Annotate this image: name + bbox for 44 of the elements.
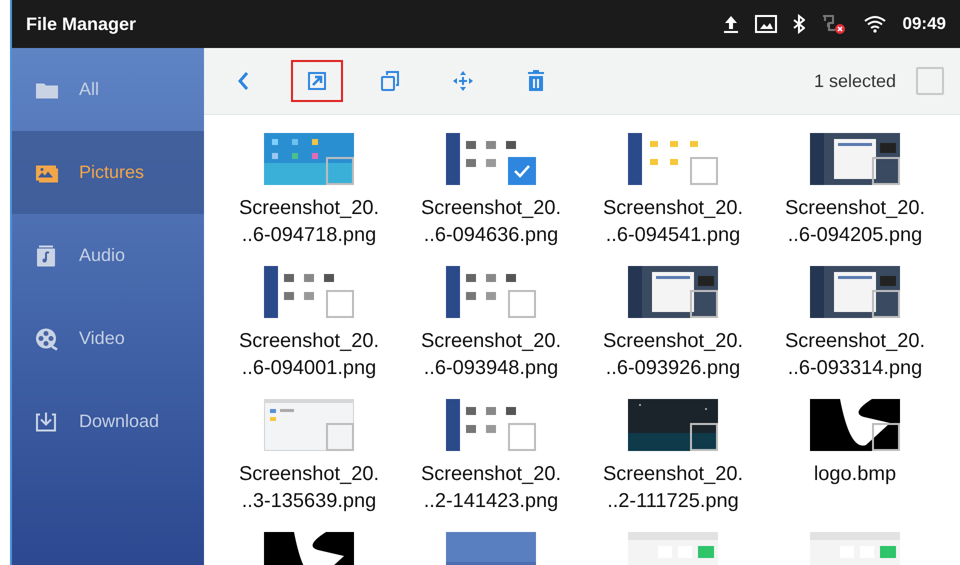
file-name: logo.bmp (814, 462, 896, 487)
clock: 09:49 (902, 13, 946, 36)
selection-count: 1 selected (814, 70, 896, 92)
file-name: Screenshot_20. ..6-094205.png (784, 196, 926, 248)
image-icon (754, 14, 777, 34)
file-checkbox[interactable] (508, 157, 536, 185)
file-checkbox[interactable] (326, 157, 354, 185)
export-icon (305, 69, 329, 93)
sidebar-item[interactable]: Video (12, 297, 204, 380)
upload-icon (722, 14, 739, 34)
file-checkbox[interactable] (690, 157, 718, 185)
file-checkbox[interactable] (690, 423, 718, 451)
file-checkbox[interactable] (872, 290, 900, 318)
move-icon (451, 69, 475, 93)
file-name: Screenshot_20. ..2-111725.png (602, 462, 744, 514)
file-checkbox[interactable] (326, 423, 354, 451)
file-name: Screenshot_20. ..6-093314.png (784, 329, 926, 381)
file-checkbox[interactable] (508, 423, 536, 451)
file-checkbox[interactable] (872, 423, 900, 451)
copy-icon (378, 69, 402, 93)
sidebar-item[interactable]: Download (12, 380, 204, 463)
file-name: Screenshot_20. ..3-135639.png (238, 462, 380, 514)
sidebar-item[interactable]: Pictures (12, 131, 204, 214)
file-checkbox[interactable] (872, 157, 900, 185)
file-checkbox[interactable] (326, 290, 354, 318)
file-name: Screenshot_20. ..2-141423.png (420, 462, 562, 514)
wifi-icon (862, 15, 887, 33)
video-icon (34, 326, 60, 352)
checkmark-icon (513, 164, 531, 178)
sidebar-item[interactable]: All (12, 48, 204, 131)
network-error-icon (820, 13, 847, 35)
window-title: File Manager (26, 12, 136, 36)
file-checkbox[interactable] (690, 290, 718, 318)
select-all-checkbox[interactable] (916, 67, 944, 95)
file-name: Screenshot_20. ..6-094541.png (602, 196, 744, 248)
file-name: Screenshot_20. ..6-094718.png (238, 196, 380, 248)
file-checkbox[interactable] (508, 290, 536, 318)
export-button[interactable] (291, 60, 343, 102)
file-name: Screenshot_20. ..6-094636.png (420, 196, 562, 248)
file-name: Screenshot_20. ..6-093948.png (420, 329, 562, 381)
file-name: Screenshot_20. ..6-093926.png (602, 329, 744, 381)
sidebar-item[interactable]: Audio (12, 214, 204, 297)
bluetooth-icon (792, 14, 805, 34)
file-name: Screenshot_20. ..6-094001.png (238, 329, 380, 381)
